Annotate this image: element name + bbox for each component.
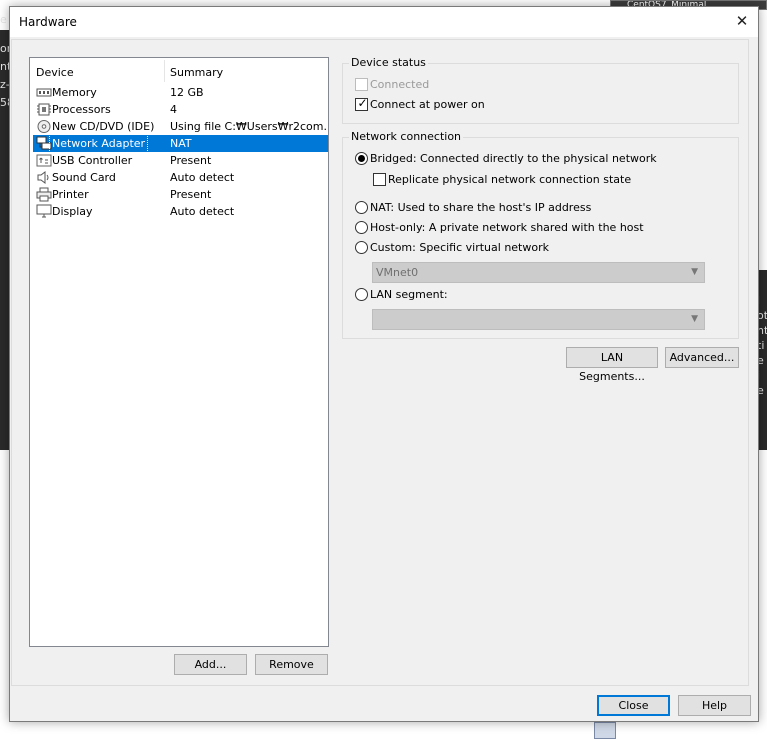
custom-radio[interactable] xyxy=(355,241,368,254)
lan-segment-label: LAN segment: xyxy=(370,288,448,301)
device-name: USB Controller xyxy=(52,154,133,167)
device-column-header[interactable]: Device xyxy=(36,66,74,79)
speaker-icon xyxy=(37,171,49,184)
add-button[interactable]: Add... xyxy=(174,654,247,675)
network-connection-title: Network connection xyxy=(349,130,464,143)
close-icon[interactable]: ✕ xyxy=(732,11,752,31)
checkmark-icon: ✓ xyxy=(357,96,368,110)
radio-selected-dot xyxy=(358,155,365,162)
device-row-processors[interactable]: Processors 4 xyxy=(33,101,328,118)
network-connection-group: Network connection Bridged: Connected di… xyxy=(342,130,739,339)
device-name: Printer xyxy=(52,188,89,201)
device-row-memory[interactable]: Memory 12 GB xyxy=(33,84,328,101)
device-list-header: Device Summary xyxy=(30,58,328,84)
remove-button[interactable]: Remove xyxy=(255,654,328,675)
background-scrollbar xyxy=(594,722,616,739)
lan-segment-radio[interactable] xyxy=(355,288,368,301)
device-row-sound-card[interactable]: Sound Card Auto detect xyxy=(33,169,328,186)
device-name: Processors xyxy=(52,103,111,116)
cd-dvd-icon xyxy=(37,120,51,133)
chevron-down-icon: ▼ xyxy=(691,267,698,277)
custom-network-select[interactable]: VMnet0 ▼ xyxy=(372,262,705,283)
lan-segments-button[interactable]: LAN Segments... xyxy=(566,347,658,383)
connected-checkbox[interactable] xyxy=(355,78,368,91)
connected-label: Connected xyxy=(370,78,430,91)
host-only-radio[interactable] xyxy=(355,221,368,234)
device-summary: Using file C:₩Users₩r2com... xyxy=(170,120,326,133)
device-name: Memory xyxy=(52,86,97,99)
device-row-network-adapter[interactable]: Network Adapter NAT xyxy=(33,134,328,153)
device-summary: 4 xyxy=(170,103,177,116)
device-row-printer[interactable]: Printer Present xyxy=(33,186,328,203)
monitor-icon xyxy=(36,204,52,218)
printer-icon xyxy=(36,187,52,202)
device-summary: Present xyxy=(170,154,212,167)
connect-at-power-on-label: Connect at power on xyxy=(370,98,485,111)
bridged-radio[interactable] xyxy=(355,152,368,165)
device-summary: Auto detect xyxy=(170,205,235,218)
device-row-display[interactable]: Display Auto detect xyxy=(33,203,328,220)
usb-icon xyxy=(36,154,52,167)
device-name: Sound Card xyxy=(52,171,116,184)
device-status-group: Device status Connected ✓ Connect at pow… xyxy=(342,56,739,124)
hardware-dialog: Hardware ✕ Device Summary Memory 12 GB P… xyxy=(9,6,759,722)
device-list[interactable]: Device Summary Memory 12 GB Processors 4… xyxy=(29,57,329,647)
replicate-state-label: Replicate physical network connection st… xyxy=(388,173,632,186)
replicate-state-checkbox[interactable] xyxy=(373,173,386,186)
device-summary: Present xyxy=(170,188,212,201)
lan-segment-select[interactable]: ▼ xyxy=(372,309,705,330)
dialog-title: Hardware xyxy=(19,15,77,29)
processor-icon xyxy=(37,103,51,116)
column-separator[interactable] xyxy=(164,60,165,82)
device-row-cd-dvd[interactable]: New CD/DVD (IDE) Using file C:₩Users₩r2c… xyxy=(33,118,328,135)
custom-network-value: VMnet0 xyxy=(376,266,419,279)
custom-label: Custom: Specific virtual network xyxy=(370,241,549,254)
device-summary: Auto detect xyxy=(170,171,235,184)
memory-icon xyxy=(36,88,52,97)
close-button[interactable]: Close xyxy=(597,695,670,716)
device-name: Network Adapter xyxy=(48,134,149,153)
background-fragment: e xyxy=(0,13,7,26)
host-only-label: Host-only: A private network shared with… xyxy=(370,221,644,234)
chevron-down-icon: ▼ xyxy=(691,314,698,324)
device-summary: 12 GB xyxy=(170,86,204,99)
nat-label: NAT: Used to share the host's IP address xyxy=(370,201,592,214)
connect-at-power-on-checkbox[interactable]: ✓ xyxy=(355,96,368,111)
advanced-button[interactable]: Advanced... xyxy=(665,347,739,368)
nat-radio[interactable] xyxy=(355,201,368,214)
bridged-label: Bridged: Connected directly to the physi… xyxy=(370,152,657,165)
summary-column-header[interactable]: Summary xyxy=(170,66,223,79)
device-summary: NAT xyxy=(170,137,192,150)
device-status-title: Device status xyxy=(349,56,428,69)
help-button[interactable]: Help xyxy=(678,695,751,716)
device-name: Display xyxy=(52,205,93,218)
title-bar[interactable]: Hardware ✕ xyxy=(10,7,758,37)
device-name: New CD/DVD (IDE) xyxy=(52,120,155,133)
device-row-usb-controller[interactable]: USB Controller Present xyxy=(33,152,328,169)
